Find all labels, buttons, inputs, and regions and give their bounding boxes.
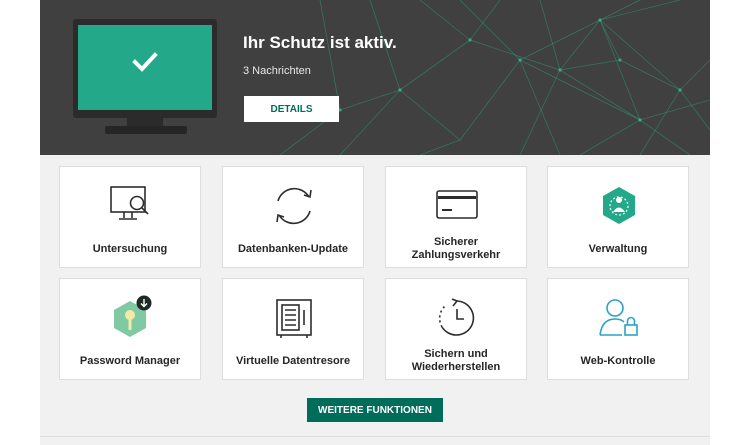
tile-label: Verwaltung	[588, 242, 648, 255]
tile-backup-restore[interactable]: Sichern und Wiederherstellen	[385, 278, 527, 380]
tile-scan[interactable]: Untersuchung	[59, 166, 201, 268]
status-title: Ihr Schutz ist aktiv.	[243, 33, 397, 52]
tile-parental-control[interactable]: Web-Kontrolle	[547, 278, 689, 380]
status-banner: Ihr Schutz ist aktiv. 3 Nachrichten DETA…	[40, 0, 710, 155]
tile-database-update[interactable]: Datenbanken-Update	[222, 166, 364, 268]
safe-vault-icon	[276, 299, 312, 338]
monitor-frame	[73, 19, 217, 118]
tile-label: Sicherer Zahlungsverkehr	[411, 236, 501, 261]
details-button[interactable]: DETAILS	[244, 96, 339, 122]
tile-label: Virtuelle Datentresore	[235, 354, 351, 367]
refresh-arrows-icon	[276, 187, 312, 225]
tile-label: Password Manager	[79, 354, 181, 367]
tile-password-manager[interactable]: Password Manager	[59, 278, 201, 380]
monitor-screen	[78, 25, 212, 110]
tile-label: Web-Kontrolle	[580, 354, 656, 367]
credit-card-icon	[436, 190, 478, 219]
password-manager-key-icon	[114, 295, 152, 337]
checkmark-icon	[132, 52, 158, 72]
tile-data-vault[interactable]: Virtuelle Datentresore	[222, 278, 364, 380]
monitor-base	[105, 126, 187, 134]
tile-label: Untersuchung	[92, 242, 168, 255]
user-lock-icon	[599, 299, 638, 336]
monitor-magnifier-icon	[110, 186, 149, 220]
admin-hexagon-icon	[603, 187, 635, 224]
backup-clock-icon	[438, 298, 475, 336]
tile-management[interactable]: Verwaltung	[547, 166, 689, 268]
footer-divider	[40, 436, 710, 437]
notification-count[interactable]: 3 Nachrichten	[243, 65, 311, 77]
tile-label: Sichern und Wiederherstellen	[411, 348, 501, 373]
more-tools-button[interactable]: WEITERE FUNKTIONEN	[307, 398, 443, 422]
monitor-neck	[127, 118, 163, 126]
tile-label: Datenbanken-Update	[237, 242, 349, 255]
tile-safe-money[interactable]: Sicherer Zahlungsverkehr	[385, 166, 527, 268]
